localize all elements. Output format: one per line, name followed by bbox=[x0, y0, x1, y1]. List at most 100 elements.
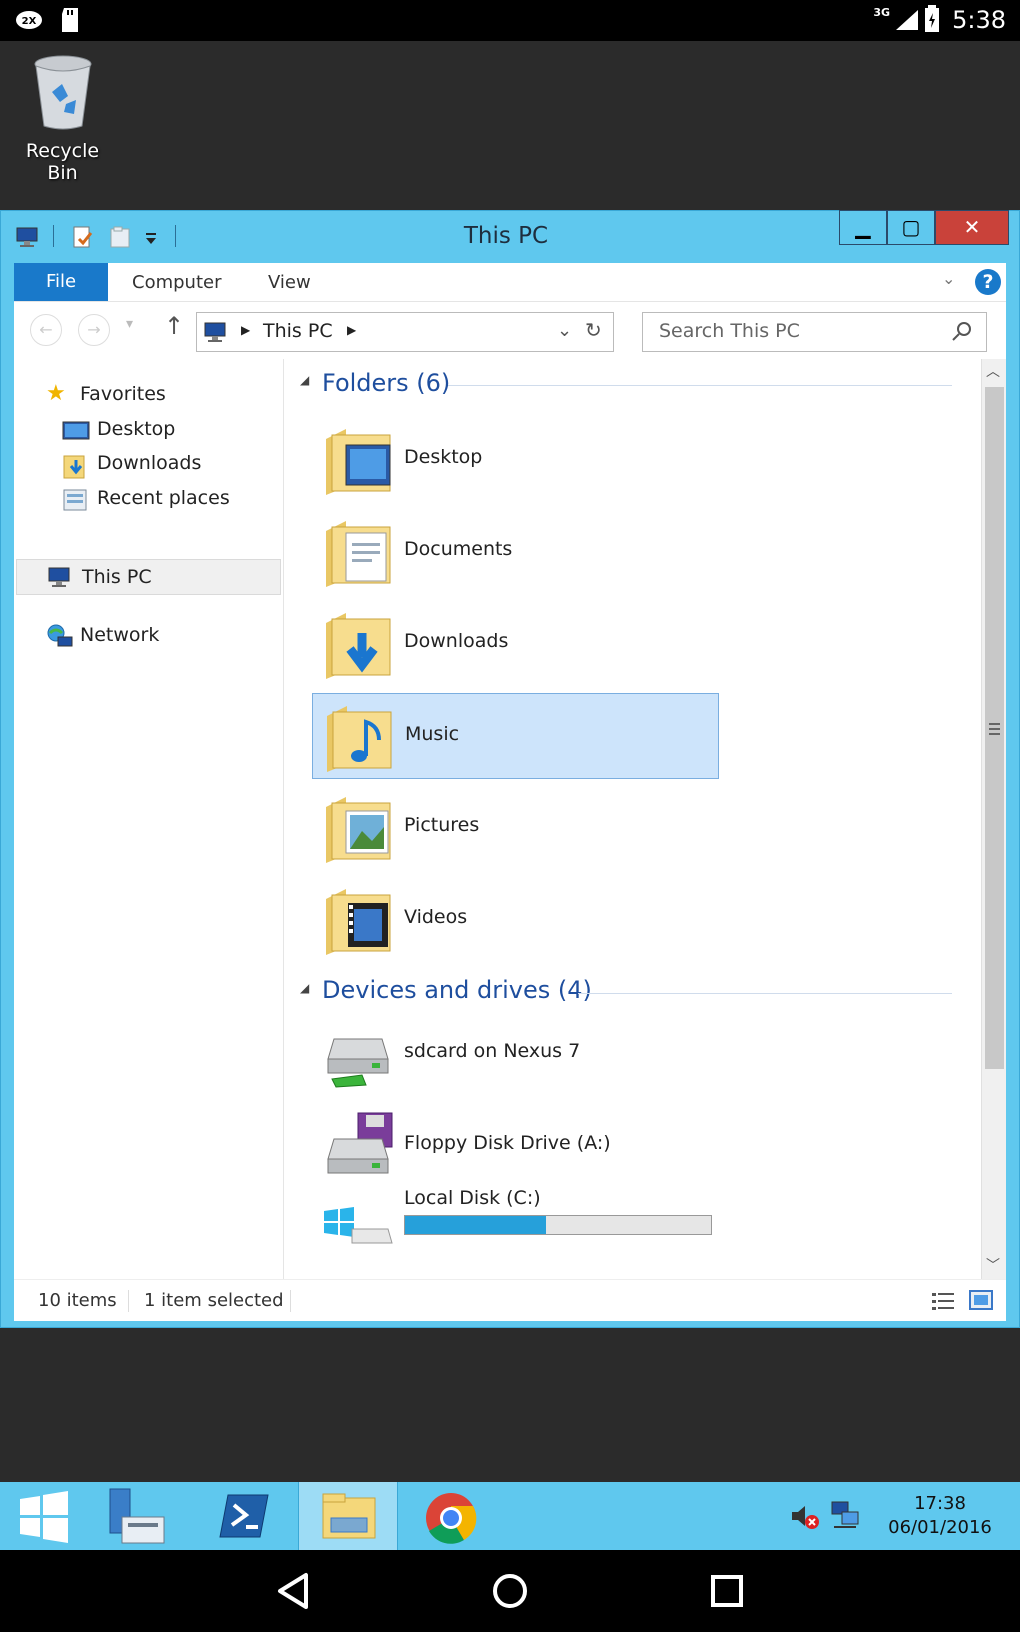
scroll-down-arrow-icon[interactable]: ﹀ bbox=[986, 1255, 1000, 1275]
folder-pictures[interactable]: Pictures bbox=[312, 785, 719, 871]
breadcrumb-this-pc[interactable]: This PC bbox=[263, 320, 333, 342]
help-icon[interactable]: ? bbox=[975, 269, 1001, 295]
back-button[interactable]: ← bbox=[30, 314, 62, 346]
search-icon[interactable] bbox=[951, 321, 973, 347]
nav-item-downloads[interactable]: Downloads bbox=[97, 452, 201, 474]
up-button[interactable]: ↑ bbox=[164, 312, 184, 340]
grip-line bbox=[989, 728, 1000, 730]
device-label: sdcard on Nexus 7 bbox=[404, 1040, 581, 1062]
folder-downloads[interactable]: Downloads bbox=[312, 601, 719, 687]
folder-label: Pictures bbox=[404, 814, 480, 836]
breadcrumb-separator-icon[interactable]: ▶ bbox=[241, 323, 250, 337]
group-divider bbox=[578, 993, 952, 994]
chrome-button[interactable] bbox=[404, 1487, 500, 1547]
nav-item-recent-places[interactable]: Recent places bbox=[97, 487, 230, 509]
search-placeholder: Search This PC bbox=[659, 320, 800, 342]
address-bar[interactable]: ▶ This PC ▶ ⌄ ↻ bbox=[196, 312, 614, 352]
content-pane: ◢ Folders (6) Desktop Documents Download… bbox=[286, 359, 976, 1279]
android-back-button[interactable] bbox=[276, 1572, 310, 1614]
recent-locations-dropdown-icon[interactable]: ▾ bbox=[126, 316, 133, 332]
nav-item-this-pc[interactable]: This PC bbox=[16, 559, 281, 595]
pictures-folder-icon bbox=[326, 797, 391, 863]
network-tray-icon[interactable] bbox=[830, 1500, 860, 1534]
device-sdcard[interactable]: sdcard on Nexus 7 bbox=[312, 1011, 719, 1097]
disk-usage-bar bbox=[404, 1215, 712, 1235]
tab-computer[interactable]: Computer bbox=[132, 263, 221, 301]
folder-label: Documents bbox=[404, 538, 513, 560]
powershell-button[interactable] bbox=[196, 1487, 292, 1547]
refresh-icon[interactable]: ↻ bbox=[585, 318, 602, 342]
tab-view[interactable]: View bbox=[268, 263, 311, 301]
collapse-folders-icon[interactable]: ◢ bbox=[300, 373, 309, 387]
folder-music[interactable]: Music bbox=[312, 693, 719, 779]
folder-videos[interactable]: Videos bbox=[312, 877, 719, 963]
nav-item-favorites[interactable]: Favorites bbox=[80, 383, 166, 405]
minimize-button[interactable]: ▁ bbox=[839, 210, 887, 245]
home-circle-icon bbox=[493, 1574, 527, 1608]
network-icon bbox=[46, 623, 74, 655]
android-recents-button[interactable] bbox=[710, 1574, 744, 1612]
status-time: 5:38 bbox=[952, 6, 1006, 34]
status-divider bbox=[290, 1290, 291, 1312]
folder-documents[interactable]: Documents bbox=[312, 509, 719, 595]
powershell-icon bbox=[219, 1494, 269, 1538]
explorer-panes: ★ Favorites Desktop Downloads Recent pla… bbox=[14, 359, 1006, 1279]
server-manager-icon bbox=[109, 1488, 165, 1544]
file-explorer-button[interactable] bbox=[298, 1482, 398, 1550]
music-folder-icon bbox=[327, 706, 392, 772]
tab-file[interactable]: File bbox=[14, 263, 108, 301]
forward-button[interactable]: → bbox=[78, 314, 110, 346]
grip-line bbox=[989, 723, 1000, 725]
nav-item-network[interactable]: Network bbox=[80, 624, 159, 646]
folder-label: Music bbox=[405, 723, 460, 745]
close-button[interactable]: ✕ bbox=[935, 210, 1009, 245]
star-icon: ★ bbox=[46, 381, 66, 406]
search-box[interactable]: Search This PC bbox=[642, 312, 987, 352]
item-count: 10 items bbox=[38, 1290, 117, 1311]
nav-item-desktop[interactable]: Desktop bbox=[97, 418, 175, 440]
navigation-bar: ← → ▾ ↑ ▶ This PC ▶ ⌄ ↻ Search This PC bbox=[14, 301, 1006, 359]
start-button[interactable] bbox=[0, 1487, 96, 1547]
device-local-disk-c[interactable]: Local Disk (C:) bbox=[312, 1181, 719, 1279]
back-triangle-icon bbox=[278, 1573, 308, 1609]
navigation-pane: ★ Favorites Desktop Downloads Recent pla… bbox=[14, 359, 284, 1279]
title-bar[interactable]: This PC ▁ ▢ ✕ bbox=[1, 210, 1019, 261]
group-header-devices[interactable]: Devices and drives (4) bbox=[322, 976, 592, 1004]
server-manager-button[interactable] bbox=[96, 1487, 192, 1547]
group-header-folders[interactable]: Folders (6) bbox=[322, 369, 450, 397]
folder-label: Desktop bbox=[404, 446, 483, 468]
taskbar-clock[interactable]: 17:38 06/01/2016 bbox=[870, 1492, 1010, 1540]
device-floppy[interactable]: Floppy Disk Drive (A:) bbox=[312, 1103, 719, 1189]
address-dropdown-icon[interactable]: ⌄ bbox=[557, 320, 572, 341]
clock-date: 06/01/2016 bbox=[888, 1517, 992, 1538]
desktop-folder-icon bbox=[326, 429, 391, 495]
downloads-small-icon bbox=[62, 452, 90, 484]
details-view-icon[interactable] bbox=[930, 1290, 956, 1317]
expand-ribbon-chevron-icon[interactable]: ⌄ bbox=[942, 269, 955, 288]
signal-icon bbox=[894, 8, 920, 36]
grip-line bbox=[989, 733, 1000, 735]
clock-time: 17:38 bbox=[914, 1493, 966, 1514]
recycle-bin[interactable]: Recycle Bin bbox=[10, 52, 115, 184]
vertical-scrollbar[interactable]: ︿ ﹀ bbox=[981, 359, 1006, 1279]
scrollbar-thumb[interactable] bbox=[985, 387, 1004, 1069]
explorer-window: This PC ▁ ▢ ✕ File Computer View ⌄ ? ← →… bbox=[0, 210, 1020, 1328]
android-nav-bar bbox=[0, 1550, 1020, 1632]
recycle-bin-label: Recycle Bin bbox=[25, 140, 100, 184]
device-label: Floppy Disk Drive (A:) bbox=[404, 1132, 611, 1154]
large-icons-view-icon[interactable] bbox=[968, 1288, 994, 1317]
this-pc-icon bbox=[47, 565, 73, 593]
recents-square-icon bbox=[711, 1575, 743, 1607]
downloads-folder-icon bbox=[326, 613, 391, 679]
svg-text:2X: 2X bbox=[22, 16, 37, 27]
volume-muted-icon[interactable] bbox=[790, 1502, 820, 1534]
folder-desktop[interactable]: Desktop bbox=[312, 417, 719, 503]
breadcrumb-separator-icon[interactable]: ▶ bbox=[347, 323, 356, 337]
maximize-button[interactable]: ▢ bbox=[887, 210, 935, 245]
scroll-up-arrow-icon[interactable]: ︿ bbox=[986, 361, 1000, 381]
taskbar: 17:38 06/01/2016 bbox=[0, 1482, 1020, 1550]
collapse-devices-icon[interactable]: ◢ bbox=[300, 981, 309, 995]
windows-logo-icon bbox=[20, 1491, 68, 1543]
network-type: 3G bbox=[873, 6, 890, 19]
android-home-button[interactable] bbox=[491, 1572, 529, 1614]
